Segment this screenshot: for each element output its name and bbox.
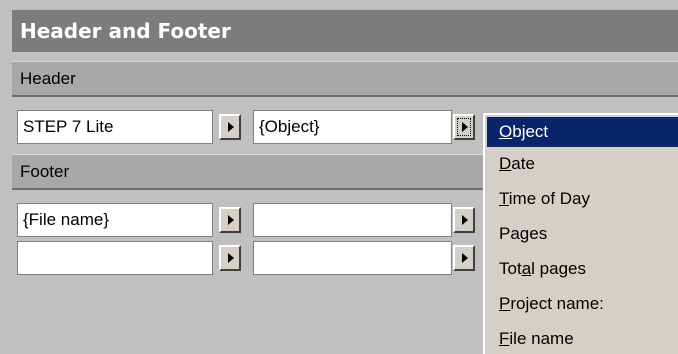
header-center-insert-button[interactable] [453, 114, 475, 140]
footer-left-field[interactable]: {File name} [17, 203, 213, 237]
footer-row2-left-insert-button[interactable] [219, 245, 241, 271]
menu-item-object[interactable]: Object [487, 117, 678, 147]
dialog-title: Header and Footer [12, 10, 678, 52]
menu-item-date[interactable]: Date [487, 149, 678, 179]
header-center-field[interactable]: {Object} [253, 110, 452, 144]
menu-item-pages[interactable]: Pages [487, 219, 678, 249]
header-section-label: Header [12, 61, 678, 97]
footer-row2-center-field[interactable] [253, 241, 452, 275]
right-triangle-arrow-icon [462, 215, 468, 225]
right-triangle-arrow-icon [228, 122, 234, 132]
footer-center-field[interactable] [253, 203, 452, 237]
footer-row2-center-insert-button[interactable] [453, 245, 475, 271]
footer-row2-left-field[interactable] [17, 241, 213, 275]
insert-field-menu: Object Date Time of Day Pages Total page… [483, 113, 678, 354]
menu-item-file-name[interactable]: File name [487, 324, 678, 354]
footer-center-insert-button[interactable] [453, 207, 475, 233]
header-left-field[interactable]: STEP 7 Lite [17, 110, 213, 144]
footer-left-insert-button[interactable] [219, 207, 241, 233]
right-triangle-arrow-icon [462, 122, 468, 132]
right-triangle-arrow-icon [462, 253, 468, 263]
menu-item-time-of-day[interactable]: Time of Day [487, 184, 678, 214]
menu-item-project-name[interactable]: Project name: [487, 289, 678, 319]
right-triangle-arrow-icon [228, 253, 234, 263]
menu-item-total-pages[interactable]: Total pages [487, 254, 678, 284]
header-left-insert-button[interactable] [219, 114, 241, 140]
header-footer-dialog: Header and Footer Header STEP 7 Lite {Ob… [0, 0, 678, 354]
right-triangle-arrow-icon [228, 215, 234, 225]
